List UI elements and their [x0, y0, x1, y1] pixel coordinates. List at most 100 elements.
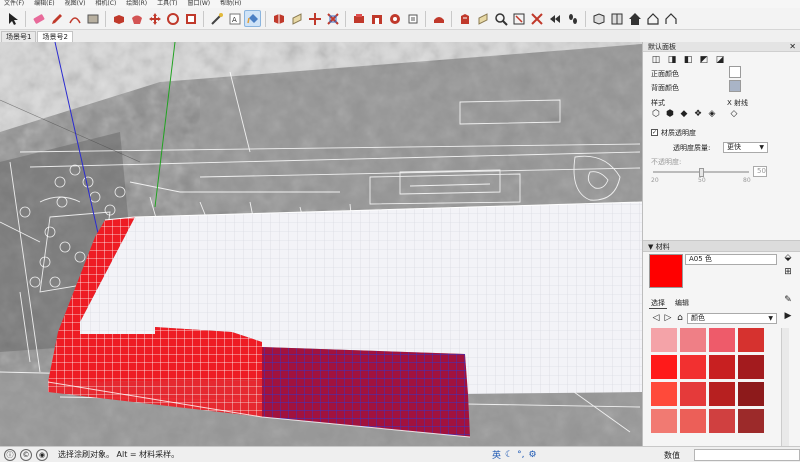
- opacity-slider-knob[interactable]: [699, 168, 704, 177]
- home-icon[interactable]: [626, 10, 643, 27]
- model-canvas[interactable]: [0, 42, 642, 446]
- scale-icon[interactable]: [182, 10, 199, 27]
- material-preview-swatch[interactable]: [649, 254, 683, 288]
- section-icon[interactable]: [404, 10, 421, 27]
- palette-swatch[interactable]: [680, 355, 706, 379]
- text-icon[interactable]: A: [226, 10, 243, 27]
- close-icon[interactable]: ✕: [789, 42, 796, 52]
- xray-toggle-icon[interactable]: ◇: [727, 108, 741, 120]
- ime-indicator[interactable]: 英 ☾ °, ⚙: [492, 448, 537, 462]
- transparency-quality-dropdown[interactable]: 更快 ▼: [723, 142, 768, 153]
- monochrome-style-icon[interactable]: ◈: [705, 108, 719, 120]
- wireframe-style-icon[interactable]: ⬡: [649, 108, 663, 120]
- push-pull-icon[interactable]: [110, 10, 127, 27]
- palette-swatch[interactable]: [680, 382, 706, 406]
- measurements-input[interactable]: [694, 449, 800, 461]
- arc-icon[interactable]: [66, 10, 83, 27]
- palette-scrollbar[interactable]: [781, 328, 789, 446]
- walk-icon[interactable]: [430, 10, 447, 27]
- palette-swatch[interactable]: [651, 409, 677, 433]
- zoom-extents-cross-icon[interactable]: [528, 10, 545, 27]
- model-viewport[interactable]: [0, 42, 642, 446]
- orbit-icon[interactable]: [270, 10, 287, 27]
- tab-edit[interactable]: 编辑: [673, 298, 691, 309]
- palette-swatch[interactable]: [709, 355, 735, 379]
- menu-help[interactable]: 帮助(H): [220, 0, 241, 8]
- geolocation-icon[interactable]: ⓘ: [4, 448, 16, 461]
- tab-select[interactable]: 选择: [649, 298, 667, 309]
- palette-swatch[interactable]: [651, 355, 677, 379]
- zoom-icon[interactable]: [306, 10, 323, 27]
- palette-swatch[interactable]: [738, 382, 764, 406]
- material-name-field[interactable]: A05 色: [685, 254, 777, 265]
- house-outline-icon[interactable]: [662, 10, 679, 27]
- back-color-swatch[interactable]: [729, 80, 741, 92]
- footprints-icon[interactable]: [564, 10, 581, 27]
- follow-me-icon[interactable]: [128, 10, 145, 27]
- details-arrow-icon[interactable]: ▶: [781, 310, 795, 322]
- paint-bucket-icon[interactable]: [244, 10, 261, 27]
- palette-swatch[interactable]: [738, 328, 764, 352]
- pencil-icon[interactable]: [48, 10, 65, 27]
- pin-icon[interactable]: ◫: [649, 54, 663, 66]
- menu-bar: 文件(F) 编辑(E) 视图(V) 相机(C) 绘图(R) 工具(T) 窗口(W…: [0, 0, 800, 8]
- iso-view-icon[interactable]: [590, 10, 607, 27]
- menu-view[interactable]: 视图(V): [65, 0, 86, 8]
- scene-tab-2[interactable]: 场景号2: [37, 31, 73, 42]
- look-around-icon[interactable]: [456, 10, 473, 27]
- move-icon[interactable]: [146, 10, 163, 27]
- menu-edit[interactable]: 编辑(E): [34, 0, 54, 8]
- palette-swatch[interactable]: [738, 355, 764, 379]
- select-arrow-icon[interactable]: [4, 10, 21, 27]
- zoom-extents-icon[interactable]: [324, 10, 341, 27]
- position-camera-icon[interactable]: [474, 10, 491, 27]
- palette-swatch[interactable]: [651, 328, 677, 352]
- opacity-value-field[interactable]: 50: [753, 166, 767, 177]
- palette-swatch[interactable]: [680, 409, 706, 433]
- scene-tab-1[interactable]: 场景号1: [1, 31, 37, 42]
- eraser-icon[interactable]: [30, 10, 47, 27]
- pan-icon[interactable]: [288, 10, 305, 27]
- menu-window[interactable]: 窗口(W): [188, 0, 211, 8]
- palette-swatch[interactable]: [709, 382, 735, 406]
- material-transparency-checkbox[interactable]: ✓: [651, 129, 658, 136]
- style-edit-icon[interactable]: ◧: [681, 54, 695, 66]
- settings-gear-icon[interactable]: ⚙: [528, 450, 536, 460]
- home-library-icon[interactable]: ⌂: [673, 312, 687, 324]
- component-icon[interactable]: [350, 10, 367, 27]
- menu-camera[interactable]: 相机(C): [95, 0, 116, 8]
- shadow-icon[interactable]: ◪: [713, 54, 727, 66]
- palette-swatch[interactable]: [738, 409, 764, 433]
- textured-style-icon[interactable]: ❖: [691, 108, 705, 120]
- create-material-icon[interactable]: ⊞: [781, 266, 795, 278]
- rectangle-icon[interactable]: [84, 10, 101, 27]
- front-color-swatch[interactable]: [729, 66, 741, 78]
- previous-view-icon[interactable]: [510, 10, 527, 27]
- style-mix-icon[interactable]: ◩: [697, 54, 711, 66]
- front-view-icon[interactable]: [608, 10, 625, 27]
- palette-swatch[interactable]: [680, 328, 706, 352]
- shaded-style-icon[interactable]: ◆: [677, 108, 691, 120]
- palette-swatch[interactable]: [651, 382, 677, 406]
- materials-header[interactable]: ▼ 材料: [643, 240, 800, 252]
- extension-icon[interactable]: [386, 10, 403, 27]
- display-icon[interactable]: ◨: [665, 54, 679, 66]
- sample-paint-icon[interactable]: ✎: [781, 294, 795, 306]
- material-name: A05 色: [689, 255, 712, 263]
- tape-measure-icon[interactable]: [208, 10, 225, 27]
- user-icon[interactable]: ◉: [36, 448, 48, 461]
- library-dropdown[interactable]: 颜色 ▼: [687, 313, 777, 324]
- hidden-line-style-icon[interactable]: ⬢: [663, 108, 677, 120]
- palette-swatch[interactable]: [709, 409, 735, 433]
- palette-swatch[interactable]: [709, 328, 735, 352]
- rewind-icon[interactable]: [546, 10, 563, 27]
- credits-icon[interactable]: ©: [20, 448, 32, 461]
- menu-file[interactable]: 文件(F): [4, 0, 24, 8]
- menu-tools[interactable]: 工具(T): [157, 0, 177, 8]
- rotate-icon[interactable]: [164, 10, 181, 27]
- warehouse-icon[interactable]: [368, 10, 385, 27]
- zoom-window-icon[interactable]: [492, 10, 509, 27]
- paint-bucket-small-icon[interactable]: ⬙: [781, 252, 795, 264]
- house-icon[interactable]: [644, 10, 661, 27]
- menu-draw[interactable]: 绘图(R): [126, 0, 147, 8]
